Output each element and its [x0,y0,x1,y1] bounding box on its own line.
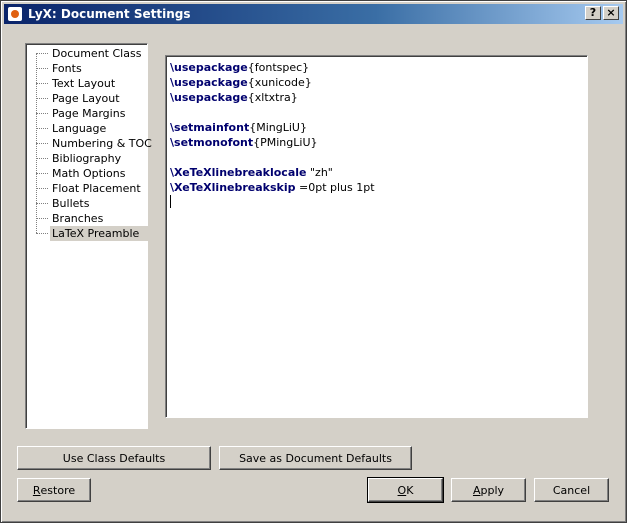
help-button[interactable]: ? [585,6,601,20]
tree-branch-line [36,68,48,69]
latex-argument: {xltxtra} [247,91,298,104]
save-as-document-defaults-button[interactable]: Save as Document Defaults [219,446,412,470]
sidebar-item-branches[interactable]: Branches [30,211,144,226]
sidebar-item-label: Language [52,122,107,135]
text-cursor [170,195,171,208]
tree-branch-line [36,203,48,204]
sidebar-item-label: Math Options [52,167,126,180]
sidebar-item-label: Page Layout [52,92,120,105]
latex-command: \XeTeXlinebreakskip [170,181,296,194]
sidebar-item-label: Text Layout [52,77,116,90]
tree-branch-line [36,158,48,159]
sidebar-item-label: Float Placement [52,182,141,195]
latex-argument: =0pt plus 1pt [295,181,375,194]
tree-branch-line [36,233,48,234]
preamble-line: \setmainfont{MingLiU} [170,120,583,135]
settings-category-tree[interactable]: Document Class Fonts Text Layout Page La… [25,43,152,429]
latex-command: \usepackage [170,76,248,89]
tree-branch-line [36,98,48,99]
close-button[interactable]: × [603,6,619,20]
sidebar-item-label: Fonts [52,62,82,75]
sidebar-item-label: Document Class [52,47,142,60]
tree-branch-line [36,143,48,144]
sidebar-item-math-options[interactable]: Math Options [30,166,144,181]
ok-label: K [406,483,414,497]
apply-mnemonic: A [472,483,481,497]
sidebar-item-float-placement[interactable]: Float Placement [30,181,144,196]
restore-label: estore [40,483,76,497]
preamble-line: \usepackage{xunicode} [170,75,583,90]
sidebar-item-bullets[interactable]: Bullets [30,196,144,211]
latex-argument: {xunicode} [247,76,312,89]
tree-branch-line [36,188,48,189]
tree-branch-line [36,113,48,114]
sidebar-item-label: Page Margins [52,107,126,120]
latex-preamble-editor[interactable]: \usepackage{fontspec} \usepackage{xunico… [165,55,588,418]
tree-branch-line [36,53,48,54]
sidebar-item-label: LaTeX Preamble [50,226,148,241]
latex-command: \usepackage [170,91,248,104]
latex-argument: {fontspec} [247,61,310,74]
latex-argument: {MingLiU} [249,121,307,134]
latex-command: \XeTeXlinebreaklocale [170,166,307,179]
sidebar-item-label: Branches [52,212,104,225]
sidebar-item-text-layout[interactable]: Text Layout [30,76,144,91]
preamble-line [170,195,583,210]
sidebar-item-document-class[interactable]: Document Class [30,46,144,61]
window-title: LyX: Document Settings [28,7,191,21]
sidebar-item-language[interactable]: Language [30,121,144,136]
sidebar-item-latex-preamble[interactable]: LaTeX Preamble [30,226,148,241]
sidebar-item-bibliography[interactable]: Bibliography [30,151,144,166]
use-class-defaults-button[interactable]: Use Class Defaults [17,446,211,470]
restore-mnemonic: R [32,483,41,497]
ok-button[interactable]: OK [367,477,444,503]
preamble-line [170,150,583,165]
sidebar-item-numbering-toc[interactable]: Numbering & TOC [30,136,152,151]
title-bar[interactable]: LyX: Document Settings ? × [4,4,623,24]
preamble-line [170,105,583,120]
latex-argument: {PMingLiU} [253,136,318,149]
latex-argument: "zh" [306,166,333,179]
tree-branch-line [36,173,48,174]
preamble-line: \setmonofont{PMingLiU} [170,135,583,150]
latex-command: \usepackage [170,61,248,74]
preamble-line: \usepackage{fontspec} [170,60,583,75]
tree-branch-line [36,218,48,219]
latex-command: \setmainfont [170,121,250,134]
restore-button[interactable]: Restore [17,478,91,502]
sidebar-item-label: Bibliography [52,152,122,165]
apply-button[interactable]: Apply [451,478,526,502]
sidebar-item-label: Numbering & TOC [52,137,152,150]
sidebar-item-page-layout[interactable]: Page Layout [30,91,144,106]
tree-branch-line [36,128,48,129]
sidebar-item-page-margins[interactable]: Page Margins [30,106,144,121]
tree-branch-line [36,83,48,84]
document-settings-window: LyX: Document Settings ? × Document Clas… [0,0,627,523]
cancel-button[interactable]: Cancel [534,478,609,502]
ok-mnemonic: O [397,483,407,497]
apply-label: pply [480,483,505,497]
preamble-line: \usepackage{xltxtra} [170,90,583,105]
preamble-line: \XeTeXlinebreakskip =0pt plus 1pt [170,180,583,195]
latex-command: \setmonofont [170,136,254,149]
lyx-app-icon [8,7,22,21]
sidebar-item-label: Bullets [52,197,90,210]
sidebar-item-fonts[interactable]: Fonts [30,61,144,76]
preamble-line: \XeTeXlinebreaklocale "zh" [170,165,583,180]
